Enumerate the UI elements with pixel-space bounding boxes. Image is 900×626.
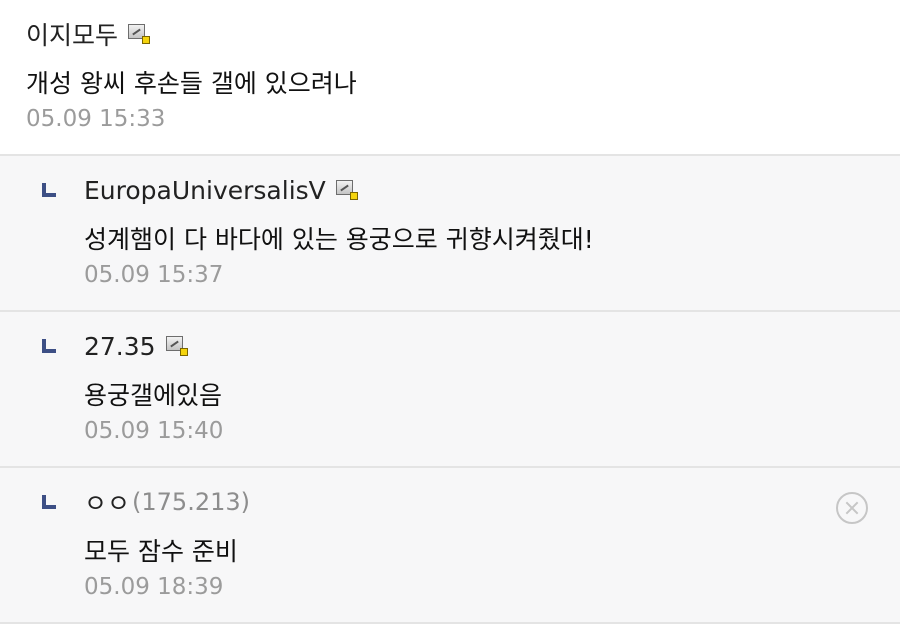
comment-text: 개성 왕씨 후손들 갤에 있으려나 [26, 69, 357, 98]
reply-text: 성계햄이 다 바다에 있는 용궁으로 귀향시켜줬대! [84, 225, 594, 254]
reply-arrow-icon [42, 495, 56, 509]
reply-arrow-icon [42, 339, 56, 353]
comment-item: 이지모두 개성 왕씨 후손들 갤에 있으려나 05.09 15:33 [0, 0, 900, 156]
reply-header: 27.35 [84, 328, 900, 364]
reply-header: ㅇㅇ (175.213) [84, 484, 900, 520]
reply-author[interactable]: EuropaUniversalisV [84, 176, 326, 205]
comment-list: 이지모두 개성 왕씨 후손들 갤에 있으려나 05.09 15:33 Europ… [0, 0, 900, 624]
reply-timestamp: 05.09 18:39 [84, 574, 224, 600]
comment-header: 이지모두 [26, 16, 900, 52]
reply-item: EuropaUniversalisV 성계햄이 다 바다에 있는 용궁으로 귀향… [0, 156, 900, 312]
gallery-member-icon [128, 24, 151, 44]
reply-author[interactable]: 27.35 [84, 332, 156, 361]
reply-author[interactable]: ㅇㅇ [84, 484, 130, 520]
comment-timestamp: 05.09 15:33 [26, 106, 166, 132]
reply-timestamp: 05.09 15:37 [84, 262, 224, 288]
gallery-member-icon [165, 336, 188, 356]
reply-item: 27.35 용궁갤에있음 05.09 15:40 [0, 312, 900, 468]
reply-header: EuropaUniversalisV [84, 172, 900, 208]
gallery-member-icon [335, 180, 358, 200]
reply-text: 용궁갤에있음 [84, 381, 223, 410]
reply-item: ㅇㅇ (175.213) 모두 잠수 준비 05.09 18:39 [0, 468, 900, 624]
delete-reply-button[interactable] [836, 492, 868, 524]
comment-author[interactable]: 이지모두 [26, 16, 118, 52]
reply-author-ip: (175.213) [132, 488, 250, 516]
reply-arrow-icon [42, 183, 56, 197]
reply-text: 모두 잠수 준비 [84, 537, 238, 566]
reply-timestamp: 05.09 15:40 [84, 418, 224, 444]
